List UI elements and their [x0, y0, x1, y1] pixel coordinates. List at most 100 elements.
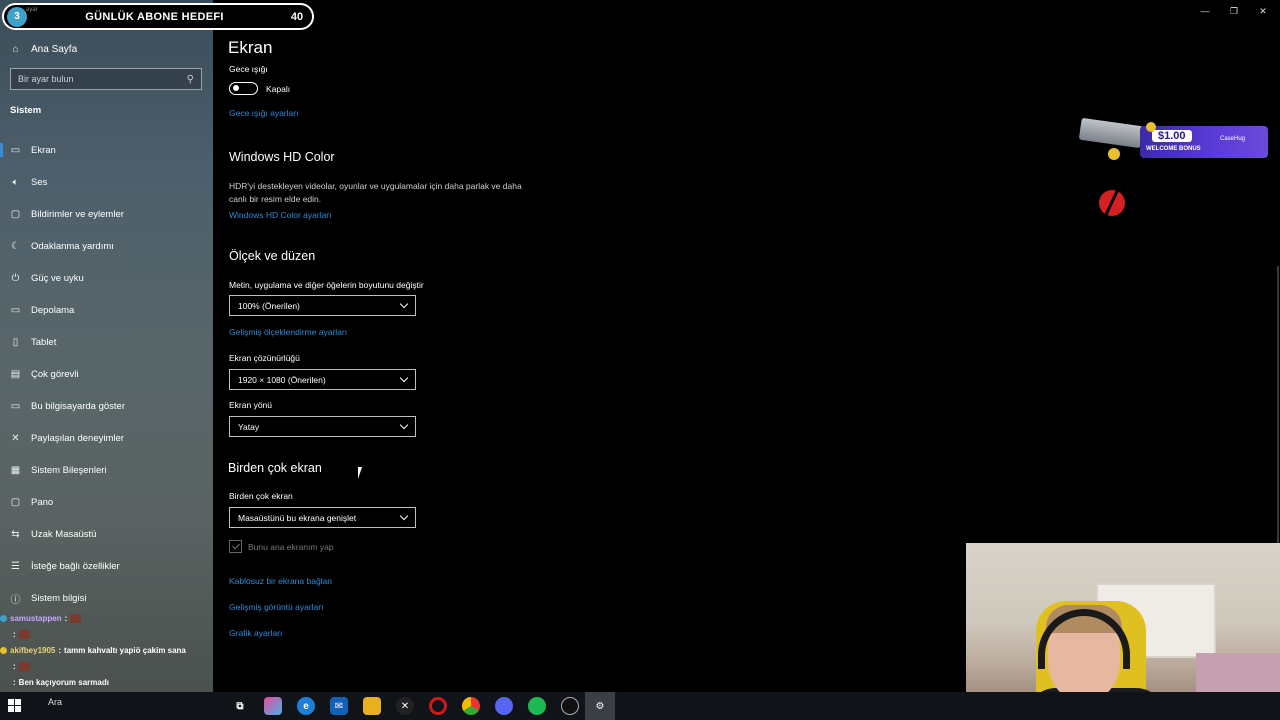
- resolution-label: Ekran çözünürlüğü: [229, 353, 300, 363]
- speaker-icon: 🔈︎: [12, 176, 19, 188]
- sidebar-item-label: İsteğe bağlı özellikler: [31, 560, 120, 572]
- moon-icon: ☾: [11, 240, 20, 252]
- remote-icon: ⇆: [11, 528, 20, 540]
- sidebar-item-3[interactable]: ▢ Bildirimler ve eylemler: [0, 198, 213, 230]
- sidebar-item-label: Paylaşılan deneyimler: [31, 432, 124, 444]
- brand-logo-icon: [1099, 190, 1125, 216]
- coin-icon: [1108, 148, 1120, 160]
- emote-icon: [18, 661, 30, 671]
- ad-price: $1.00: [1152, 130, 1192, 142]
- settings-gear-icon[interactable]: ⚙: [591, 697, 609, 715]
- night-light-settings-link[interactable]: Gece ışığı ayarları: [229, 108, 298, 118]
- copilot-icon[interactable]: [264, 697, 282, 715]
- multi-display-dropdown-value: Masaüstünü bu ekrana genişlet: [238, 512, 357, 523]
- chat-badge-icon: [0, 679, 7, 686]
- main-display-checkbox-label: Bunu ana ekranım yap: [248, 542, 334, 552]
- sidebar-item-10[interactable]: ✕ Paylaşılan deneyimler: [0, 422, 213, 454]
- chat-badge-icon: [0, 631, 7, 638]
- sidebar-item-label: Pano: [31, 496, 54, 508]
- chat-separator: :: [13, 677, 16, 687]
- hdr-settings-link[interactable]: Windows HD Color ayarları: [229, 210, 332, 220]
- chat-badge-icon: [0, 663, 7, 670]
- chat-text: Ben kaçıyorum sarmadı: [18, 677, 109, 687]
- chat-separator: :: [13, 661, 16, 671]
- clipboard-icon: ▢: [10, 496, 21, 508]
- scale-dropdown[interactable]: 100% (Önerilen): [229, 295, 416, 316]
- taskbar-search[interactable]: Ara: [48, 697, 62, 707]
- search-placeholder: Bir ayar bulun: [18, 74, 74, 84]
- sidebar-item-14[interactable]: ☰ İsteğe bağlı özellikler: [0, 550, 213, 582]
- wireless-display-link[interactable]: Kablosuz bir ekrana bağlan: [229, 576, 332, 586]
- monitor-icon: ▭: [10, 144, 21, 156]
- multi-display-dropdown[interactable]: Masaüstünü bu ekrana genişlet: [229, 507, 416, 528]
- chat-badge-icon: [0, 646, 7, 654]
- chat-badge-icon: [0, 614, 7, 622]
- sidebar-item-7[interactable]: ▯ Tablet: [0, 326, 213, 358]
- sidebar-item-8[interactable]: ▤ Çok görevli: [0, 358, 213, 390]
- spotify-icon[interactable]: [528, 697, 546, 715]
- windows-start-icon[interactable]: [8, 699, 21, 712]
- sidebar-item-11[interactable]: ▦ Sistem Bileşenleri: [0, 454, 213, 486]
- obs-icon[interactable]: [561, 697, 579, 715]
- minimize-button[interactable]: —: [1198, 4, 1212, 18]
- sidebar-home-label: Ana Sayfa: [31, 43, 78, 55]
- sidebar-item-5[interactable]: ⏻ Güç ve uyku: [0, 262, 213, 294]
- sidebar-item-12[interactable]: ▢ Pano: [0, 486, 213, 518]
- maximize-button[interactable]: ❐: [1227, 4, 1241, 18]
- info-icon: ⓘ: [10, 594, 21, 606]
- advanced-display-link[interactable]: Gelişmiş görüntü ayarları: [229, 602, 323, 612]
- project-icon: ▭: [10, 400, 21, 412]
- chat-separator: :: [64, 613, 68, 623]
- orientation-dropdown[interactable]: Yatay: [229, 416, 416, 437]
- sidebar-item-4[interactable]: ☾ Odaklanma yardımı: [0, 230, 213, 262]
- main-display-checkbox[interactable]: [229, 540, 242, 553]
- orientation-dropdown-value: Yatay: [238, 421, 260, 432]
- discord-icon[interactable]: [495, 697, 513, 715]
- share-icon: ✕: [11, 432, 20, 444]
- edge-icon[interactable]: e: [297, 697, 315, 715]
- chat-message: akifbey1905: tamm kahvaltı yapiö çakim sa…: [0, 642, 216, 658]
- chevron-down-icon: [399, 511, 409, 521]
- sidebar-item-label: Çok görevli: [31, 368, 79, 380]
- emote-icon: [70, 613, 82, 623]
- mail-icon[interactable]: ✉: [330, 697, 348, 715]
- power-icon: ⏻: [11, 272, 20, 284]
- opera-icon[interactable]: [429, 697, 447, 715]
- chrome-icon[interactable]: [462, 697, 480, 715]
- resolution-dropdown[interactable]: 1920 × 1080 (Önerilen): [229, 369, 416, 390]
- sidebar-item-label: Ses: [31, 176, 48, 188]
- sidebar-home-link[interactable]: ⌂ Ana Sayfa: [10, 40, 77, 58]
- tablet-icon: ▯: [12, 336, 19, 348]
- night-light-label: Gece ışığı: [229, 64, 268, 74]
- sidebar-item-label: Uzak Masaüstü: [31, 528, 97, 540]
- sidebar-item-label: Tablet: [31, 336, 57, 348]
- chat-message: :: [0, 658, 216, 674]
- task-view-icon[interactable]: ⧉: [231, 697, 249, 715]
- sidebar-nav-list: ▭ Ekran 🔈︎ Ses ▢ Bildirimler ve eylemler ☾ Odak…: [0, 134, 213, 614]
- hdr-heading: Windows HD Color: [229, 150, 335, 164]
- taskbar: Ara ⧉ e ✉ ✕ ⚙: [0, 692, 1280, 720]
- sidebar-item-1[interactable]: ▭ Ekran: [0, 134, 213, 166]
- search-icon: ⚲: [186, 73, 194, 85]
- sidebar-item-label: Güç ve uyku: [31, 272, 84, 284]
- home-icon: ⌂: [12, 43, 19, 55]
- settings-search-input[interactable]: Bir ayar bulun ⚲: [10, 68, 202, 90]
- sidebar-item-label: Depolama: [31, 304, 75, 316]
- advanced-scaling-link[interactable]: Gelişmiş ölçeklendirme ayarları: [229, 327, 347, 337]
- sidebar-item-6[interactable]: ▭ Depolama: [0, 294, 213, 326]
- chevron-down-icon: [399, 373, 409, 383]
- file-explorer-icon[interactable]: [363, 697, 381, 715]
- chat-message: :: [0, 626, 216, 642]
- graphics-settings-link[interactable]: Grafik ayarları: [229, 628, 282, 638]
- sidebar-item-9[interactable]: ▭ Bu bilgisayarda göster: [0, 390, 213, 422]
- sidebar-item-label: Sistem bilgisi: [31, 592, 87, 604]
- ad-brand: CaseHug: [1220, 136, 1246, 142]
- night-light-toggle[interactable]: [229, 82, 258, 95]
- sidebar-item-13[interactable]: ⇆ Uzak Masaüstü: [0, 518, 213, 550]
- page-title: Ekran: [228, 38, 273, 57]
- resolution-dropdown-value: 1920 × 1080 (Önerilen): [238, 374, 326, 385]
- close-button[interactable]: ✕: [1256, 4, 1270, 18]
- xbox-icon[interactable]: ✕: [396, 697, 414, 715]
- sidebar-item-label: Ekran: [31, 144, 56, 156]
- sidebar-item-2[interactable]: 🔈︎ Ses: [0, 166, 213, 198]
